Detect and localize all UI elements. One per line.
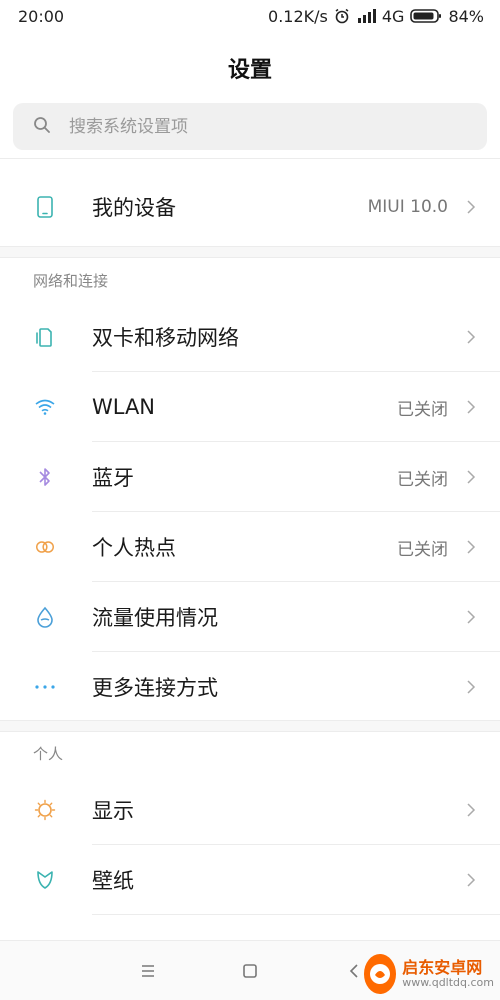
row-separator <box>92 914 500 915</box>
search-input[interactable] <box>69 116 449 137</box>
battery-level: 84% <box>448 6 484 26</box>
chevron-right-icon <box>464 327 478 347</box>
battery-icon <box>410 8 442 24</box>
status-bar: 20:00 0.12K/s 4G 84% <box>0 0 500 32</box>
sim-card-icon <box>34 326 56 348</box>
chevron-right-icon <box>464 677 478 697</box>
data-usage-icon <box>34 606 56 628</box>
my-device-value: MIUI 10.0 <box>367 197 448 217</box>
settings-item-wlan[interactable]: WLAN 已关闭 <box>0 372 500 442</box>
menu-nav-button[interactable] <box>136 959 160 983</box>
settings-item-display[interactable]: 显示 <box>0 775 500 845</box>
settings-item-label: WLAN <box>92 395 156 419</box>
section-divider <box>0 720 500 732</box>
status-time: 20:00 <box>18 6 65 26</box>
watermark-name: 启东安卓网 <box>402 957 483 977</box>
search-icon <box>33 116 51 138</box>
settings-item-label: 蓝牙 <box>92 466 134 490</box>
settings-item-value: 已关闭 <box>397 399 448 420</box>
home-nav-button[interactable] <box>238 959 262 983</box>
settings-item-value: 已关闭 <box>397 539 448 560</box>
hotspot-icon <box>34 536 56 558</box>
my-device-label: 我的设备 <box>92 196 176 220</box>
alarm-icon <box>334 8 350 24</box>
page-title: 设置 <box>227 58 272 83</box>
status-indicators: 0.12K/s 4G 84% <box>268 7 484 26</box>
section-divider <box>0 246 500 258</box>
watermark-text: 启东安卓网 www.qdltdq.com <box>402 957 494 989</box>
watermark-url: www.qdltdq.com <box>402 975 494 989</box>
settings-item-bluetooth[interactable]: 蓝牙 已关闭 <box>0 442 500 512</box>
phone-icon <box>34 196 56 218</box>
settings-item-hotspot[interactable]: 个人热点 已关闭 <box>0 512 500 582</box>
network-type: 4G <box>381 6 405 26</box>
watermark: 启东安卓网 www.qdltdq.com <box>364 950 494 998</box>
chevron-right-icon <box>464 397 478 417</box>
settings-item-data-usage[interactable]: 流量使用情况 <box>0 582 500 652</box>
chevron-right-icon <box>464 197 478 217</box>
section-header-personal: 个人 <box>33 745 64 763</box>
wallpaper-icon <box>34 869 56 891</box>
signal-hd-icon <box>356 8 376 24</box>
settings-item-label: 双卡和移动网络 <box>92 326 239 350</box>
section-header-network: 网络和连接 <box>33 272 109 290</box>
chevron-right-icon <box>464 467 478 487</box>
settings-item-label: 壁纸 <box>92 869 134 893</box>
bluetooth-icon <box>34 466 56 488</box>
settings-item-dual-sim[interactable]: 双卡和移动网络 <box>0 302 500 372</box>
settings-item-label: 更多连接方式 <box>92 676 218 700</box>
network-speed: 0.12K/s <box>268 6 328 26</box>
settings-item-label: 个人热点 <box>92 536 176 560</box>
chevron-right-icon <box>464 537 478 557</box>
settings-item-wallpaper[interactable]: 壁纸 <box>0 845 500 915</box>
chevron-right-icon <box>464 607 478 627</box>
settings-item-more-connections[interactable]: 更多连接方式 <box>0 652 500 722</box>
wifi-icon <box>34 396 56 418</box>
watermark-logo-icon <box>364 954 397 994</box>
brightness-icon <box>34 799 56 821</box>
search-box[interactable] <box>13 103 487 150</box>
settings-item-label: 显示 <box>92 799 134 823</box>
settings-item-label: 流量使用情况 <box>92 606 218 630</box>
chevron-right-icon <box>464 870 478 890</box>
divider <box>0 158 500 164</box>
settings-item-value: 已关闭 <box>397 469 448 490</box>
back-nav-button[interactable] <box>342 959 366 983</box>
more-dots-icon <box>34 676 56 698</box>
chevron-right-icon <box>464 800 478 820</box>
my-device-row[interactable]: 我的设备 MIUI 10.0 <box>0 172 500 242</box>
